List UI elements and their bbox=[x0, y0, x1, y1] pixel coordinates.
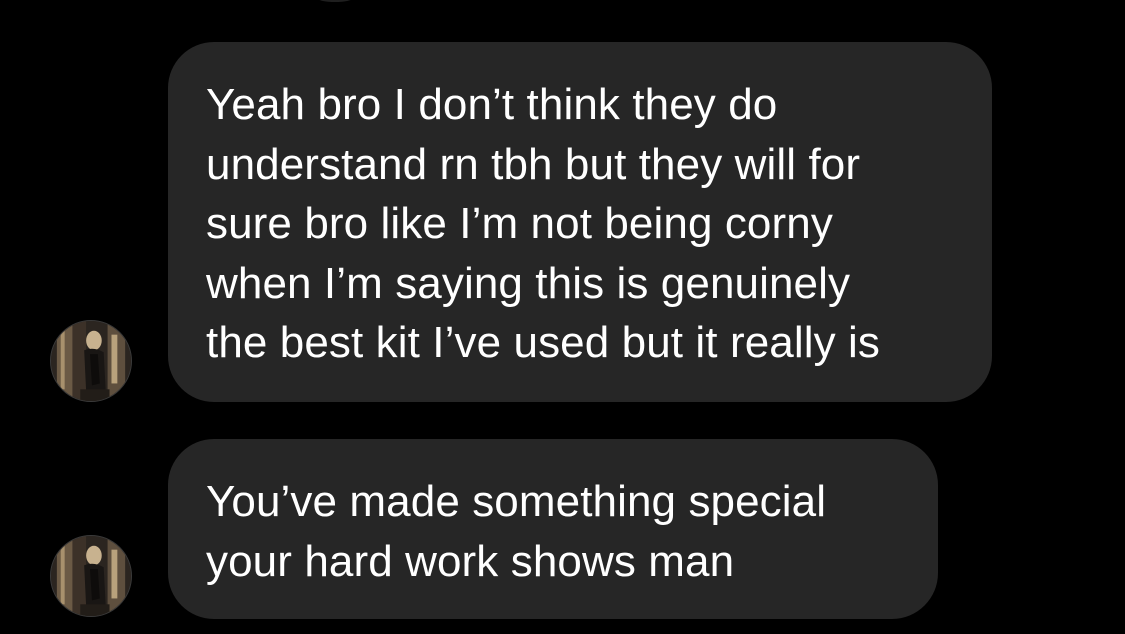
message-text: Yeah bro I don’t think they do understan… bbox=[206, 80, 880, 367]
profile-avatar-icon bbox=[51, 536, 131, 616]
previous-message-edge bbox=[317, 0, 353, 2]
sender-avatar[interactable] bbox=[50, 535, 132, 617]
sender-avatar[interactable] bbox=[50, 320, 132, 402]
profile-avatar-icon bbox=[51, 321, 131, 401]
message-bubble[interactable]: Yeah bro I don’t think they do understan… bbox=[168, 42, 992, 402]
message-bubble[interactable]: You’ve made something special your hard … bbox=[168, 439, 938, 619]
message-text: You’ve made something special your hard … bbox=[206, 477, 827, 586]
